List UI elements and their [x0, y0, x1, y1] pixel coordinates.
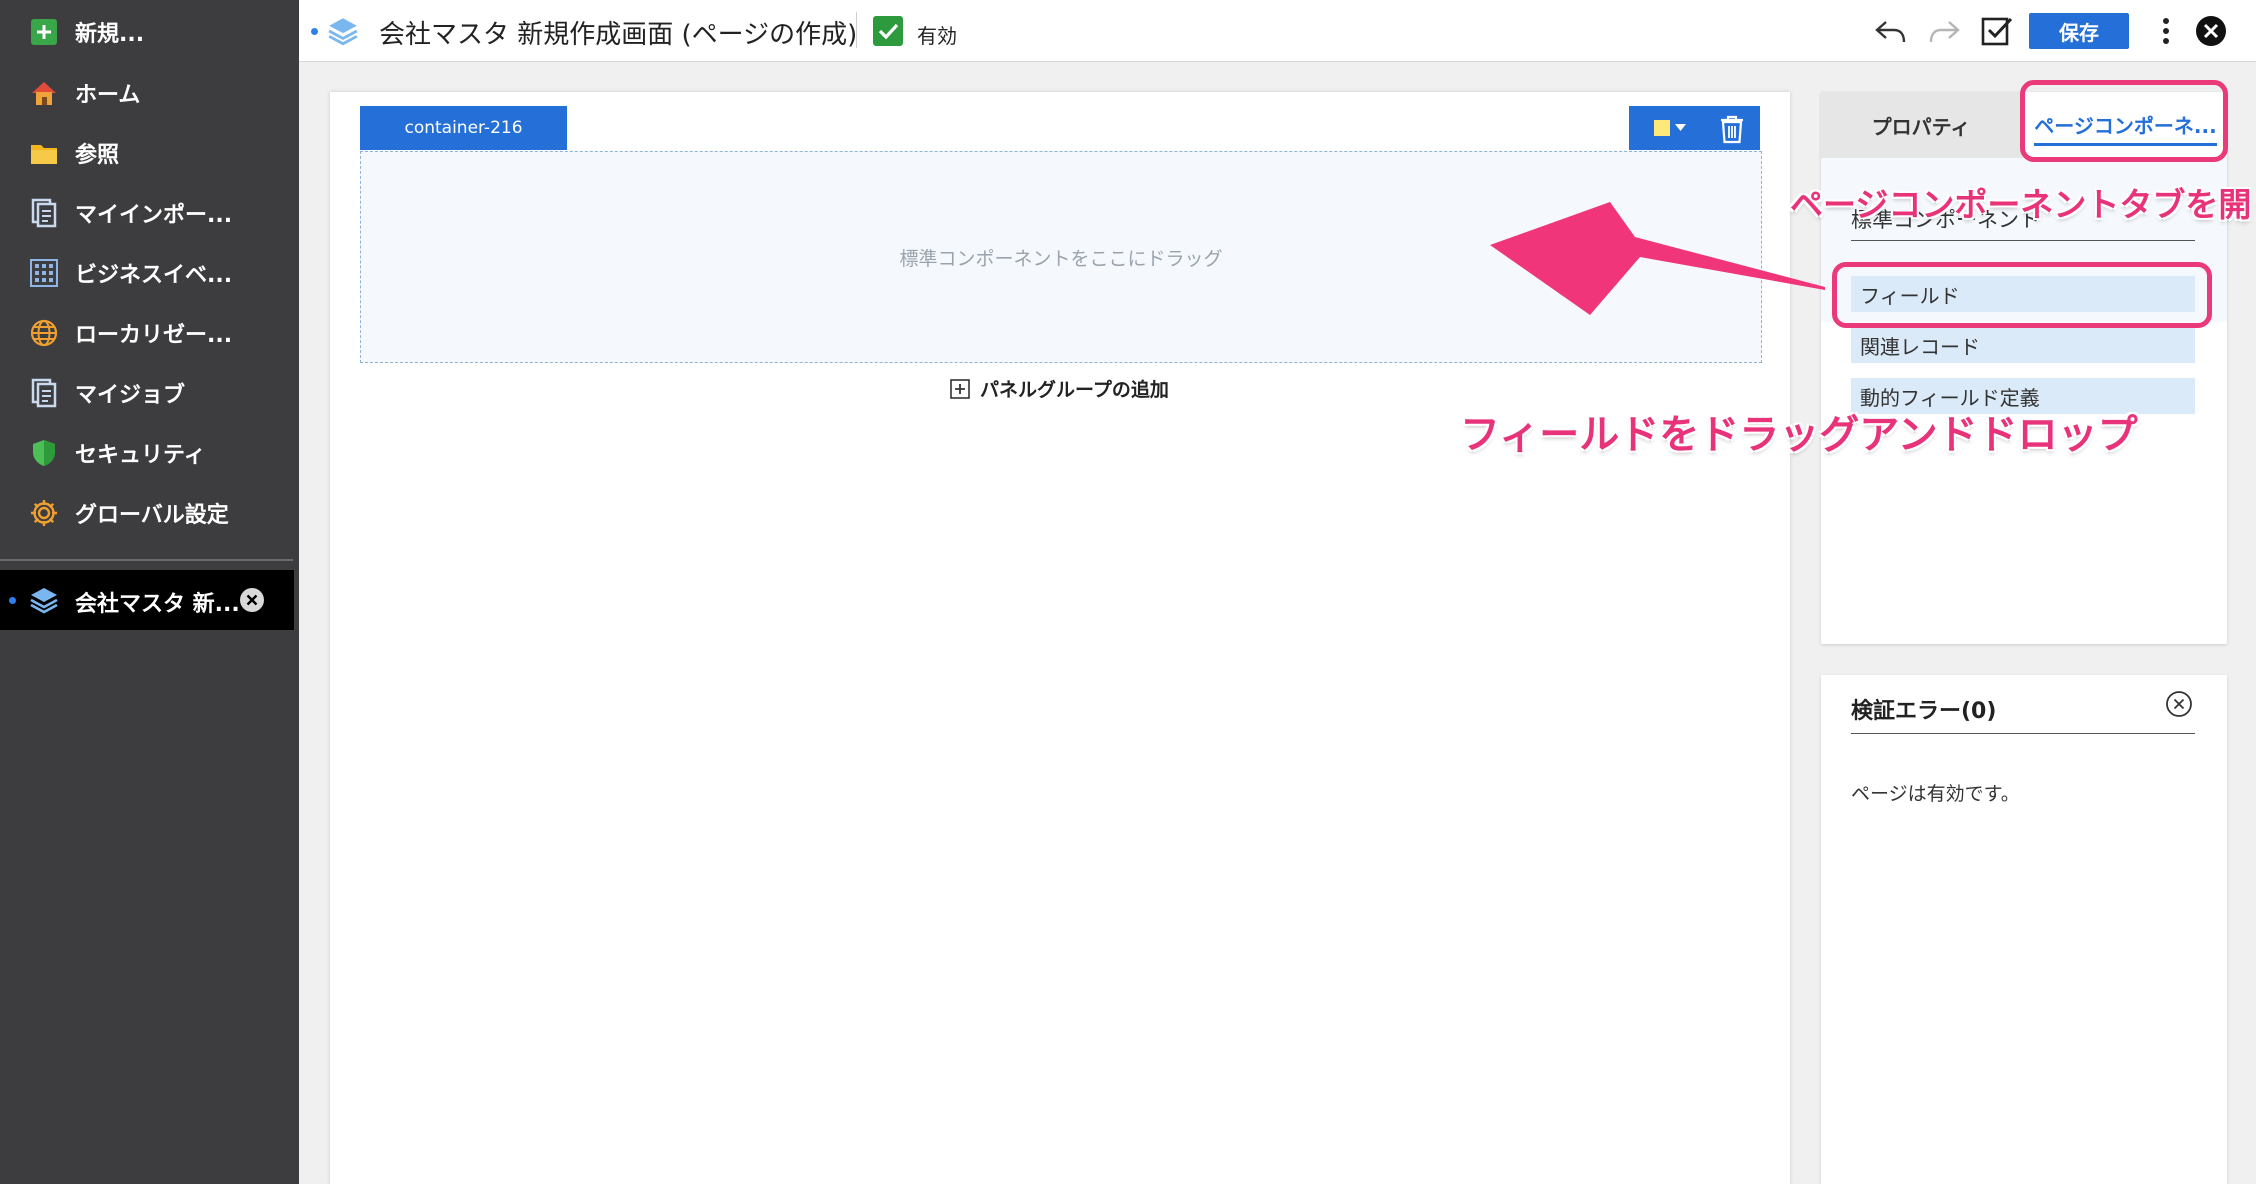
sidebar-item-new[interactable]: 新規... — [0, 3, 299, 61]
active-label: 有効 — [917, 24, 957, 48]
tab-properties[interactable]: プロパティ — [1821, 92, 2021, 158]
sidebar-item-home[interactable]: ホーム — [0, 64, 299, 122]
divider — [1851, 733, 2195, 734]
validation-errors-panel: 検証エラー(0) ページは有効です。 — [1821, 675, 2227, 1184]
annotation-drag-drop: フィールドをドラッグアンドドロップ — [1460, 412, 2138, 458]
sidebar-item-localization[interactable]: ローカリゼー... — [0, 304, 299, 362]
document-icon — [28, 377, 60, 409]
plus-icon — [28, 16, 60, 48]
redo-button[interactable] — [1925, 12, 1963, 50]
sidebar: 新規... ホーム 参照 マイインポー... ビジネスイベ... ローカリゼー.… — [0, 0, 299, 1184]
checkmark-box-icon — [1981, 17, 2013, 46]
document-icon — [28, 197, 60, 229]
color-swatch-icon — [1654, 120, 1686, 136]
sidebar-item-security[interactable]: セキュリティ — [0, 424, 299, 482]
component-related-records[interactable]: 関連レコード — [1851, 327, 2195, 363]
close-button[interactable] — [2192, 12, 2230, 50]
properties-panel: プロパティ ページコンポーネ... 標準コンポーネント フィールド 関連レコード… — [1821, 92, 2227, 644]
validation-message: ページは有効です。 — [1851, 783, 2020, 805]
highlight-field-component — [1832, 262, 2212, 328]
grid-icon — [28, 257, 60, 289]
delete-container-button[interactable] — [1719, 114, 1745, 148]
kebab-icon — [2163, 18, 2169, 44]
sidebar-item-label: セキュリティ — [75, 443, 206, 468]
redo-icon — [1929, 21, 1960, 43]
active-checkbox[interactable] — [873, 16, 903, 46]
shield-icon — [28, 437, 60, 469]
container-label[interactable]: container-216 — [360, 106, 567, 150]
unsaved-dot — [311, 28, 318, 35]
sidebar-item-label: 新規... — [75, 22, 145, 47]
plus-box-icon — [950, 378, 970, 399]
open-document-tab[interactable]: 会社マスタ 新... — [0, 570, 294, 630]
sidebar-item-label: 参照 — [75, 143, 120, 168]
sidebar-item-label: グローバル設定 — [75, 503, 229, 528]
sidebar-item-global-settings[interactable]: グローバル設定 — [0, 484, 299, 542]
page-title: 会社マスタ 新規作成画面 (ページの作成) — [379, 20, 858, 50]
layers-icon — [28, 584, 60, 620]
add-panel-group-label: パネルグループの追加 — [980, 379, 1169, 401]
highlight-page-components-tab — [2020, 80, 2228, 162]
drop-zone-placeholder: 標準コンポーネントをここにドラッグ — [899, 247, 1223, 270]
save-button[interactable]: 保存 — [2029, 13, 2129, 49]
home-icon — [28, 77, 60, 109]
sidebar-item-browse[interactable]: 参照 — [0, 124, 299, 182]
sidebar-item-label: ホーム — [75, 83, 141, 108]
more-menu-button[interactable] — [2147, 12, 2185, 50]
undo-icon — [1875, 21, 1906, 43]
sidebar-item-label: ビジネスイベ... — [75, 263, 233, 288]
color-picker-button[interactable] — [1654, 119, 1688, 137]
globe-icon — [28, 317, 60, 349]
sidebar-item-label: マイインポー... — [75, 203, 233, 228]
sidebar-item-my-imports[interactable]: マイインポー... — [0, 184, 299, 242]
open-tab-label: 会社マスタ 新... — [75, 592, 240, 617]
close-tab-icon[interactable] — [239, 587, 265, 617]
close-icon — [2196, 16, 2226, 46]
add-panel-group-button[interactable]: パネルグループの追加 — [950, 375, 1169, 402]
sidebar-divider — [0, 559, 293, 561]
sidebar-item-label: ローカリゼー... — [75, 323, 233, 348]
annotation-open-tab: ページコンポーネントタブを開く — [1790, 185, 2256, 224]
sidebar-item-my-jobs[interactable]: マイジョブ — [0, 364, 299, 422]
close-circle-icon — [2166, 691, 2192, 717]
validation-errors-title: 検証エラー(0) — [1851, 699, 1997, 724]
folder-icon — [28, 137, 60, 169]
trash-icon — [1721, 115, 1743, 144]
sidebar-item-label: マイジョブ — [75, 383, 186, 408]
arrow-icon — [1490, 202, 1825, 315]
divider — [856, 12, 857, 48]
close-errors-button[interactable] — [2165, 690, 2193, 722]
validate-button[interactable] — [1978, 12, 2016, 50]
top-bar: 会社マスタ 新規作成画面 (ページの作成) 有効 保存 — [299, 0, 2256, 62]
layers-icon — [326, 14, 360, 52]
sidebar-item-business-events[interactable]: ビジネスイベ... — [0, 244, 299, 302]
unsaved-dot — [9, 597, 16, 604]
container-toolbar — [1629, 106, 1760, 150]
undo-button[interactable] — [1872, 12, 1910, 50]
gear-icon — [28, 497, 60, 529]
